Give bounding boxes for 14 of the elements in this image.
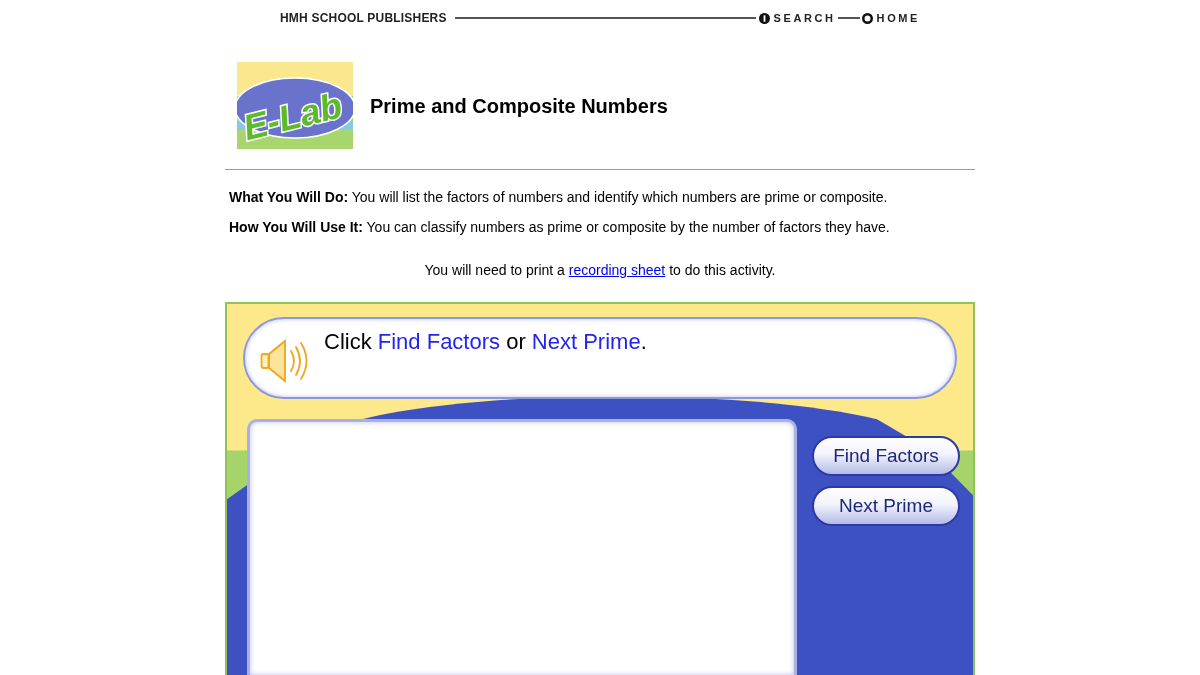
publisher-name: HMH SCHOOL PUBLISHERS [280,10,447,27]
instruction-text: Click Find Factors or Next Prime. [324,328,647,356]
recording-sheet-link[interactable]: recording sheet [568,262,666,278]
next-prime-button[interactable]: Next Prime [812,486,960,526]
intro-text: How You Will Use It: You can classify numbers as prime or composite by the number of factors they have. [229,218,891,237]
find-factors-button[interactable]: Find Factors [812,436,960,476]
bullet-icon [758,12,770,24]
page-title: Prime and Composite Numbers [370,93,668,119]
logo-text: E-Lab [239,84,346,149]
ring-icon [861,12,873,24]
intro-text: What You Will Do: You will list the factors of numbers and identify which numbers are prime or composite. [229,188,889,207]
print-note: You will need to print a recording sheet to do this activity. [423,261,777,280]
home-link[interactable]: HOME [861,9,920,27]
search-link[interactable]: SEARCH [758,9,836,27]
